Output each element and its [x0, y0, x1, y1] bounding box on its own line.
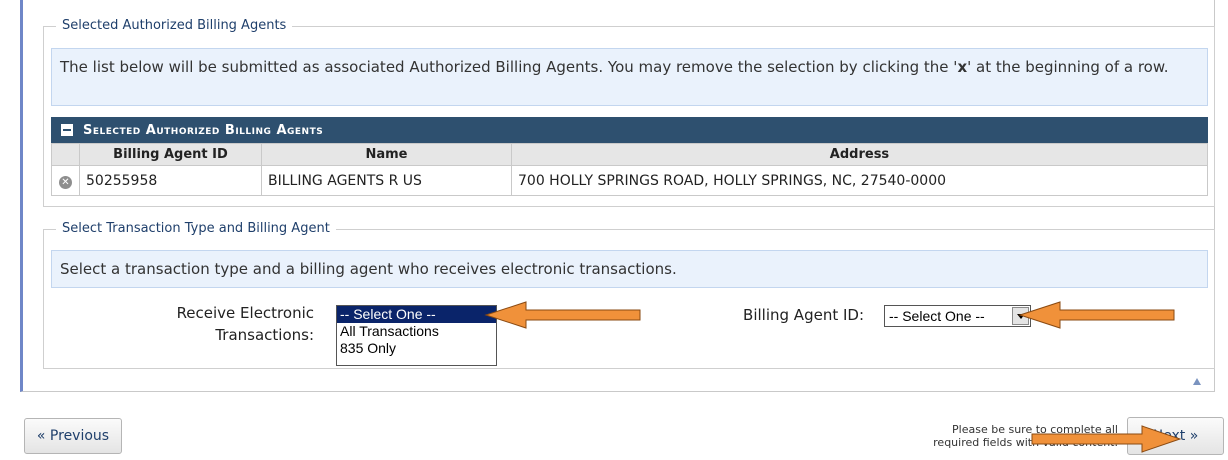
annotation-arrow-next — [1031, 425, 1182, 453]
selected-agents-info: The list below will be submitted as asso… — [51, 48, 1208, 106]
annotation-arrow-billing-agent — [1018, 301, 1175, 329]
transaction-fieldset: Select Transaction Type and Billing Agen… — [43, 221, 1215, 369]
selected-agents-legend: Selected Authorized Billing Agents — [56, 18, 293, 33]
selected-agents-table: Billing Agent ID Name Address ✕ 50255958… — [51, 143, 1208, 196]
table-title: Selected Authorized Billing Agents — [83, 122, 324, 138]
remove-column-header — [51, 143, 80, 166]
column-header-name: Name — [261, 143, 512, 166]
billing-agent-id-label: Billing Agent ID: — [743, 306, 864, 324]
transaction-info: Select a transaction type and a billing … — [51, 250, 1208, 288]
remove-row-icon[interactable]: ✕ — [59, 175, 72, 189]
cell-name: BILLING AGENTS R US — [261, 165, 512, 196]
cell-address: 700 HOLLY SPRINGS ROAD, HOLLY SPRINGS, N… — [511, 165, 1208, 196]
cell-billing-agent-id: 50255958 — [79, 165, 262, 196]
option-select-one[interactable]: -- Select One -- — [337, 306, 496, 323]
option-835-only[interactable]: 835 Only — [337, 340, 496, 357]
billing-agent-id-select[interactable]: -- Select One -- — [884, 305, 1031, 327]
column-header-address: Address — [511, 143, 1208, 166]
column-header-billing-agent-id: Billing Agent ID — [79, 143, 262, 166]
transaction-legend: Select Transaction Type and Billing Agen… — [56, 221, 336, 236]
main-panel: Selected Authorized Billing Agents The l… — [20, 0, 1215, 392]
table-row: ✕ 50255958 BILLING AGENTS R US 700 HOLLY… — [51, 165, 1208, 196]
receive-transactions-label: Receive Electronic Transactions: — [176, 304, 314, 344]
info-bold-x: x — [957, 58, 968, 76]
receive-transactions-select[interactable]: -- Select One -- All Transactions 835 On… — [336, 305, 497, 366]
selected-agents-fieldset: Selected Authorized Billing Agents The l… — [43, 18, 1215, 207]
annotation-arrow-receive — [484, 301, 641, 329]
previous-button[interactable]: « Previous — [24, 418, 122, 454]
table-header-row: Billing Agent ID Name Address — [51, 143, 1208, 166]
back-to-top-icon[interactable] — [1193, 378, 1201, 385]
selected-agents-table-header: Selected Authorized Billing Agents — [51, 117, 1208, 143]
collapse-icon[interactable] — [61, 124, 73, 136]
option-all-transactions[interactable]: All Transactions — [337, 323, 496, 340]
